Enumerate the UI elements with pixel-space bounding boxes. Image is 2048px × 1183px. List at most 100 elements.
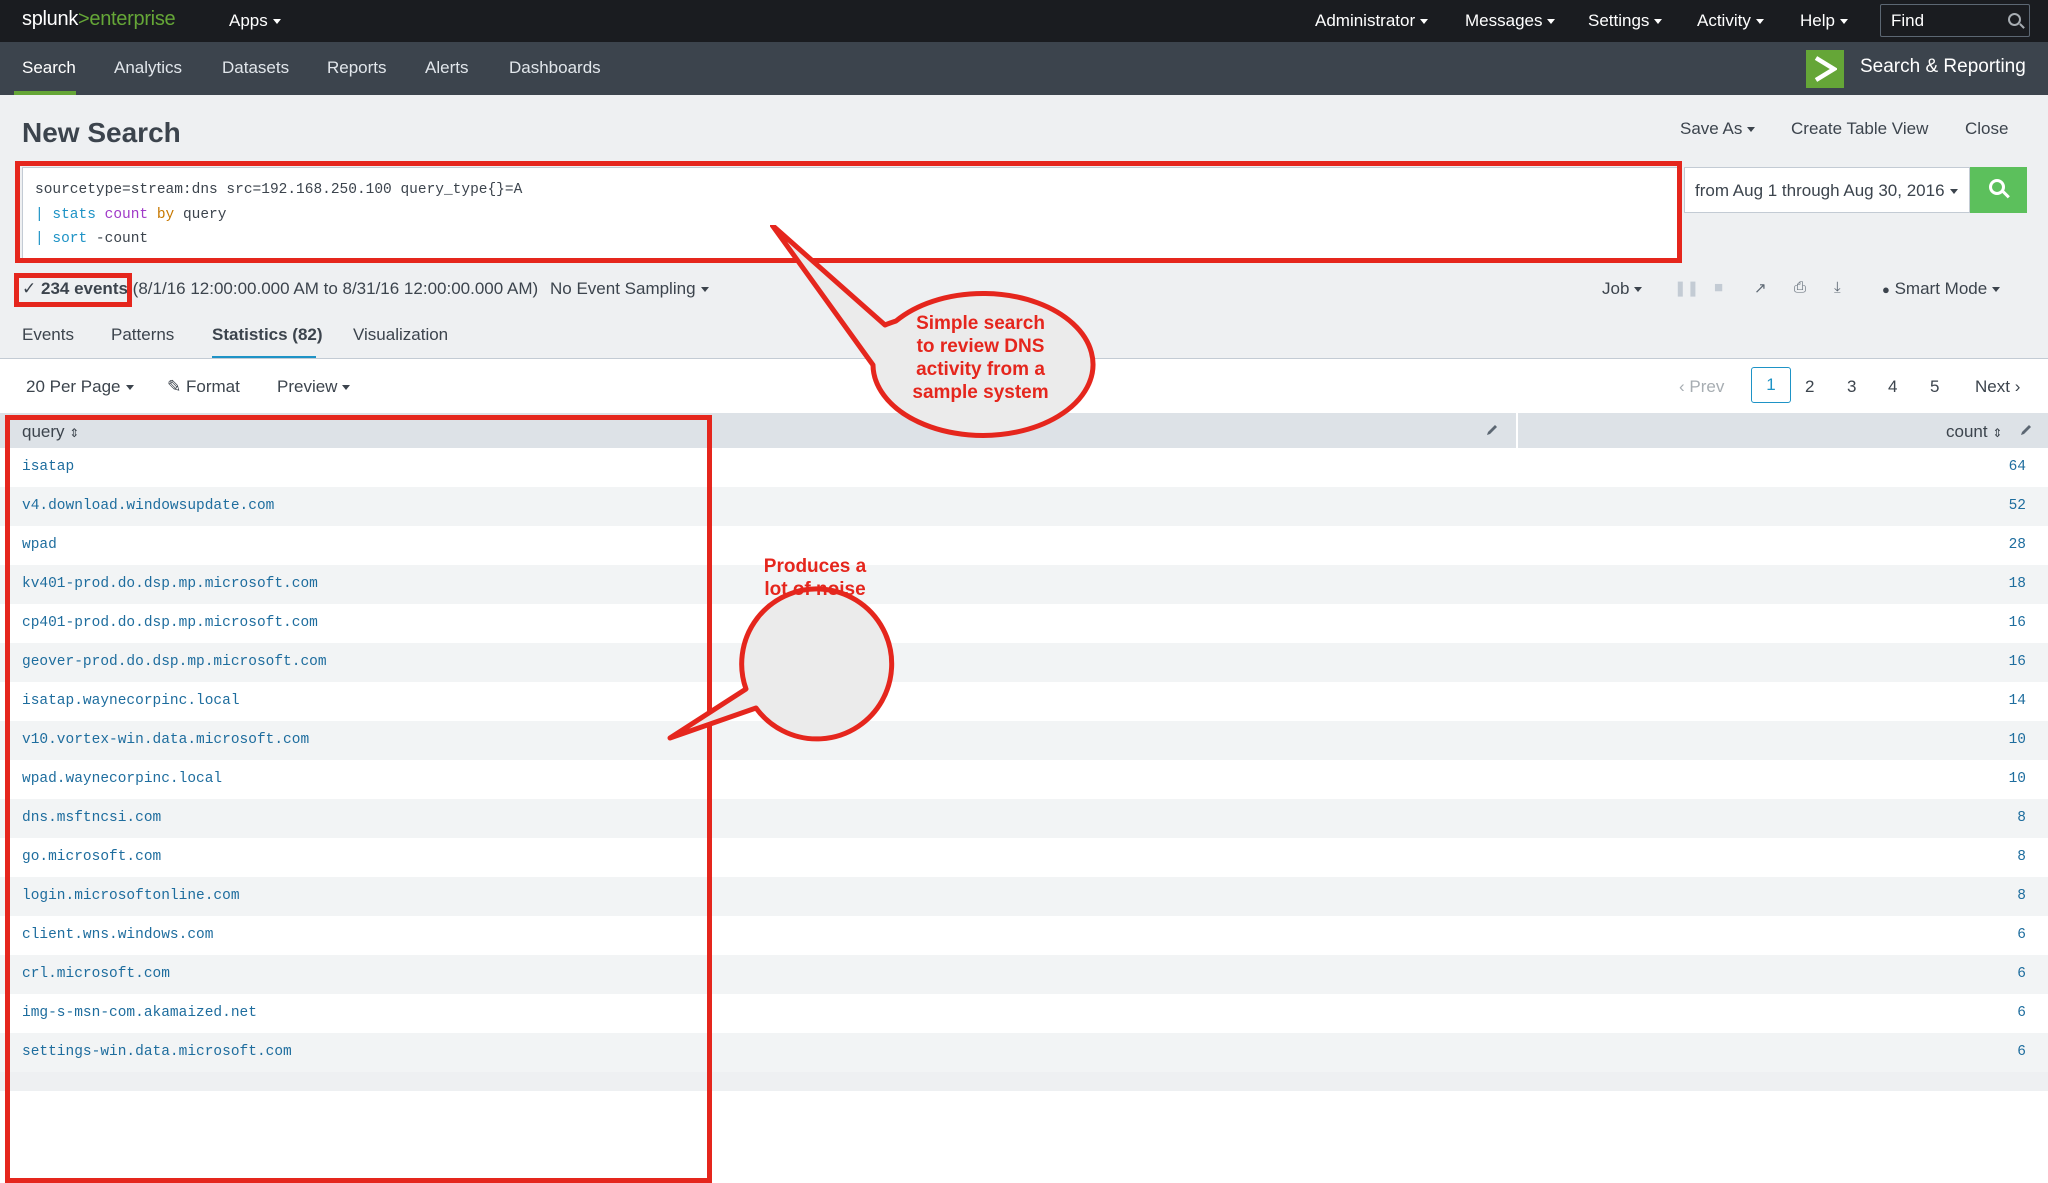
messages-menu[interactable]: Messages (1465, 11, 1556, 31)
export-icon[interactable]: ⤓ (1834, 279, 1841, 296)
count-cell[interactable]: 8 (2017, 849, 2026, 865)
time-range-label: from Aug 1 through Aug 30, 2016 (1695, 181, 1945, 200)
find-input[interactable]: Find (1880, 4, 2030, 37)
pause-icon[interactable]: ❚❚ (1674, 279, 1699, 297)
chevron-down-icon (272, 19, 281, 25)
prev-label: Prev (1689, 377, 1725, 396)
chevron-down-icon (1755, 19, 1764, 25)
nav-analytics[interactable]: Analytics (114, 58, 182, 78)
job-menu[interactable]: Job (1602, 279, 1643, 299)
count-cell[interactable]: 64 (2009, 459, 2026, 475)
activity-label: Activity (1697, 11, 1751, 30)
search-icon (1989, 179, 2005, 195)
page-1-button[interactable]: 1 (1751, 367, 1791, 403)
chevron-left-icon: ‹ (1679, 377, 1685, 396)
preview-dropdown[interactable]: Preview (277, 377, 351, 397)
tab-visualization[interactable]: Visualization (353, 325, 448, 345)
page-3-button[interactable]: 3 (1847, 377, 1856, 397)
prev-page-button[interactable]: ‹ Prev (1679, 377, 1724, 397)
print-icon[interactable]: ⎙ (1794, 279, 1806, 296)
app-nav-bar: Search Analytics Datasets Reports Alerts… (0, 42, 2048, 95)
count-cell[interactable]: 16 (2009, 615, 2026, 631)
search-mode-dropdown[interactable]: ● Smart Mode (1882, 279, 2001, 299)
page-4-button[interactable]: 4 (1888, 377, 1897, 397)
chevron-down-icon (1839, 19, 1848, 25)
app-logo-icon[interactable] (1806, 50, 1844, 88)
apps-menu[interactable]: Apps (229, 11, 281, 31)
page-2-button[interactable]: 2 (1805, 377, 1814, 397)
per-page-label: 20 Per Page (26, 377, 121, 396)
count-cell[interactable]: 14 (2009, 693, 2026, 709)
job-label: Job (1602, 279, 1630, 298)
messages-label: Messages (1465, 11, 1543, 30)
column-header-count[interactable]: count ⇕ (1946, 422, 2002, 442)
nav-search[interactable]: Search (22, 58, 76, 78)
chevron-down-icon (1949, 189, 1958, 195)
help-menu[interactable]: Help (1800, 11, 1848, 31)
stop-icon[interactable]: ■ (1714, 279, 1723, 296)
next-page-button[interactable]: Next › (1975, 377, 2020, 397)
chevron-down-icon (1747, 127, 1756, 133)
save-as-button[interactable]: Save As (1680, 119, 1756, 139)
format-button[interactable]: ✎ Format (167, 377, 240, 397)
event-sampling-dropdown[interactable]: No Event Sampling (550, 279, 709, 299)
count-cell[interactable]: 16 (2009, 654, 2026, 670)
callout-1-line: activity from a (916, 359, 1045, 380)
create-table-view-button[interactable]: Create Table View (1791, 119, 1928, 139)
sampling-label: No Event Sampling (550, 279, 696, 298)
chevron-right-icon: › (2014, 377, 2021, 396)
edit-column-icon[interactable] (2019, 423, 2033, 437)
share-icon[interactable]: ↗ (1754, 279, 1767, 297)
settings-menu[interactable]: Settings (1588, 11, 1663, 31)
page-title: New Search (22, 117, 181, 148)
chevron-down-icon (1420, 19, 1429, 25)
time-range-picker[interactable]: from Aug 1 through Aug 30, 2016 (1684, 167, 1970, 213)
global-top-bar: splunk>enterprise Apps Administrator Mes… (0, 0, 2048, 42)
pencil-icon: ✎ (167, 377, 182, 396)
count-cell[interactable]: 6 (2017, 1044, 2026, 1060)
nav-datasets[interactable]: Datasets (222, 58, 289, 78)
callout-1-line: to review DNS (916, 336, 1045, 357)
highlight-event-count (14, 273, 132, 307)
callout-text-1: Simple search to review DNS activity fro… (874, 312, 1087, 404)
nav-dashboards[interactable]: Dashboards (509, 58, 601, 78)
run-search-button[interactable] (1970, 167, 2027, 213)
sort-icon: ⇕ (1992, 426, 2003, 440)
logo-separator: > (78, 8, 90, 30)
count-cell[interactable]: 52 (2009, 498, 2026, 514)
nav-reports[interactable]: Reports (327, 58, 387, 78)
edit-column-icon[interactable] (1485, 423, 1499, 437)
search-page: New Search Save As Create Table View Clo… (0, 95, 2048, 1183)
close-button[interactable]: Close (1965, 119, 2008, 139)
chevron-down-icon (1634, 287, 1643, 293)
callout-bubble-2 (667, 586, 895, 742)
page-5-button[interactable]: 5 (1930, 377, 1939, 397)
count-cell[interactable]: 6 (2017, 1005, 2026, 1021)
splunk-logo[interactable]: splunk>enterprise (22, 8, 176, 31)
tab-statistics[interactable]: Statistics (82) (212, 325, 323, 345)
logo-main-text: splunk (22, 8, 79, 30)
chevron-down-icon (700, 287, 709, 293)
chevron-down-icon (1992, 287, 2001, 293)
count-cell[interactable]: 10 (2009, 771, 2026, 787)
count-cell[interactable]: 10 (2009, 732, 2026, 748)
count-cell[interactable]: 6 (2017, 966, 2026, 982)
per-page-dropdown[interactable]: 20 Per Page (26, 377, 134, 397)
administrator-menu[interactable]: Administrator (1315, 11, 1429, 31)
count-cell[interactable]: 8 (2017, 888, 2026, 904)
callout-1-line: Simple search (916, 313, 1045, 334)
search-icon[interactable] (2008, 13, 2021, 26)
tab-patterns[interactable]: Patterns (111, 325, 174, 345)
count-cell[interactable]: 6 (2017, 927, 2026, 943)
logo-product-text: enterprise (89, 8, 176, 30)
chevron-down-icon (1654, 19, 1663, 25)
lightbulb-icon: ● (1882, 282, 1890, 297)
count-cell[interactable]: 18 (2009, 576, 2026, 592)
count-cell[interactable]: 28 (2009, 537, 2026, 553)
app-title[interactable]: Search & Reporting (1860, 56, 2026, 78)
count-cell[interactable]: 8 (2017, 810, 2026, 826)
activity-menu[interactable]: Activity (1697, 11, 1764, 31)
tab-events[interactable]: Events (22, 325, 74, 345)
nav-alerts[interactable]: Alerts (425, 58, 468, 78)
save-as-label: Save As (1680, 119, 1743, 138)
